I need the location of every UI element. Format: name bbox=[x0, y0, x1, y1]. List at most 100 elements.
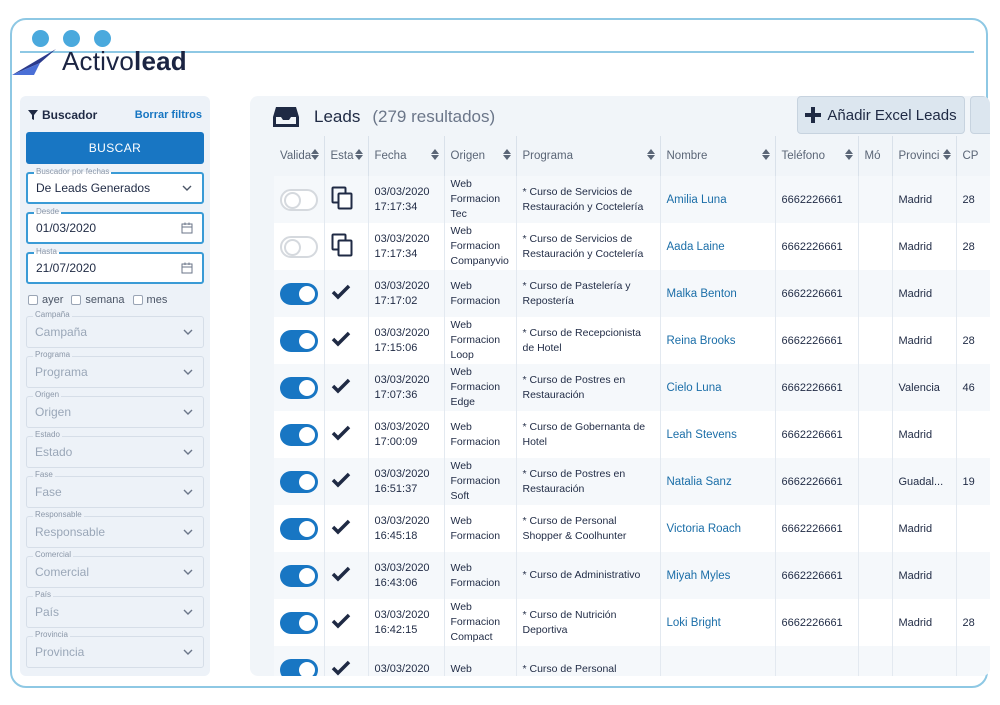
cell-name-link[interactable]: Reina Brooks bbox=[660, 317, 776, 364]
table-row[interactable]: 03/03/2020 16:42:15 Web Formacion Compact *… bbox=[274, 599, 990, 646]
filter-select-estado[interactable]: Estado Estado bbox=[26, 430, 204, 468]
cell-name-link[interactable]: Malka Benton bbox=[660, 270, 776, 317]
cell-phone: 6662226661 bbox=[775, 458, 859, 505]
table-row[interactable]: 03/03/2020 Web * Curso de Personal bbox=[274, 646, 990, 676]
calendar-icon[interactable] bbox=[180, 261, 194, 275]
sort-icon[interactable] bbox=[844, 149, 853, 160]
filter-select-origen[interactable]: Origen Origen bbox=[26, 390, 204, 428]
column-header[interactable]: Esta bbox=[324, 136, 369, 176]
sort-icon[interactable] bbox=[502, 149, 511, 160]
validation-toggle[interactable] bbox=[280, 329, 318, 352]
sort-icon[interactable] bbox=[354, 149, 363, 160]
cell-date: 03/03/2020 16:45:18 bbox=[368, 505, 445, 552]
column-header[interactable]: Fecha bbox=[368, 136, 445, 176]
check-icon bbox=[331, 378, 350, 394]
validation-toggle[interactable] bbox=[280, 235, 318, 258]
table-row[interactable]: 03/03/2020 16:45:18 Web Formacion * Curso d… bbox=[274, 505, 990, 552]
check-icon bbox=[331, 613, 350, 629]
add-excel-leads-button[interactable]: Añadir Excel Leads bbox=[797, 96, 965, 134]
date-filter-select[interactable]: Buscador por fechas De Leads Generados bbox=[26, 167, 204, 204]
cell-mobile bbox=[858, 599, 893, 646]
cell-name-link[interactable]: Amilia Luna bbox=[660, 176, 776, 223]
cell-phone: 6662226661 bbox=[775, 223, 859, 270]
cell-date: 03/03/2020 16:51:37 bbox=[368, 458, 445, 505]
column-header[interactable]: Programa bbox=[516, 136, 661, 176]
cell-name-link[interactable]: Victoria Roach bbox=[660, 505, 776, 552]
window-dot-2[interactable] bbox=[63, 30, 80, 47]
filter-select-fase[interactable]: Fase Fase bbox=[26, 470, 204, 508]
window-dot-3[interactable] bbox=[94, 30, 111, 47]
cell-name-link[interactable]: Natalia Sanz bbox=[660, 458, 776, 505]
column-header[interactable]: Teléfono bbox=[775, 136, 859, 176]
cell-mobile bbox=[858, 646, 893, 676]
sort-icon[interactable] bbox=[761, 149, 770, 160]
date-to-input[interactable]: Hasta 21/07/2020 bbox=[26, 247, 204, 284]
filter-select-provincia[interactable]: Provincia Provincia bbox=[26, 630, 204, 668]
cell-date: 03/03/2020 17:00:09 bbox=[368, 411, 445, 458]
filter-select-responsable[interactable]: Responsable Responsable bbox=[26, 510, 204, 548]
table-row[interactable]: 03/03/2020 17:15:06 Web Formacion Loop * Cu… bbox=[274, 317, 990, 364]
cell-name-link[interactable]: Aada Laine bbox=[660, 223, 776, 270]
table-row[interactable]: 03/03/2020 16:51:37 Web Formacion Soft * Cu… bbox=[274, 458, 990, 505]
quick-option-mes[interactable]: mes bbox=[132, 294, 167, 306]
cell-name-link[interactable]: Leah Stevens bbox=[660, 411, 776, 458]
cell-name-link[interactable] bbox=[660, 646, 776, 676]
sort-icon[interactable] bbox=[310, 149, 319, 160]
validation-toggle[interactable] bbox=[280, 423, 318, 446]
filter-select-comercial[interactable]: Comercial Comercial bbox=[26, 550, 204, 588]
cell-cp bbox=[956, 646, 990, 676]
cell-cp: 28 bbox=[956, 223, 990, 270]
table-row[interactable]: 03/03/2020 17:17:34 Web Formacion Companyv… bbox=[274, 223, 990, 270]
cell-name-link[interactable]: Miyah Myles bbox=[660, 552, 776, 599]
clear-filters-link[interactable]: Borrar filtros bbox=[135, 109, 202, 121]
column-header[interactable]: Mó bbox=[858, 136, 893, 176]
column-header[interactable]: Provinci bbox=[892, 136, 957, 176]
filter-select-pa-s[interactable]: País País bbox=[26, 590, 204, 628]
cell-program: * Curso de Recepcionista de Hotel bbox=[516, 317, 661, 364]
column-header[interactable]: Origen bbox=[444, 136, 517, 176]
validation-toggle[interactable] bbox=[280, 517, 318, 540]
check-icon bbox=[331, 284, 350, 300]
column-header[interactable]: Nombre bbox=[660, 136, 776, 176]
brand-logo: Activolead bbox=[10, 46, 187, 77]
search-sidebar: Buscador Borrar filtros BUSCAR Buscador … bbox=[20, 96, 210, 676]
chevron-down-icon bbox=[181, 405, 195, 419]
validation-toggle[interactable] bbox=[280, 188, 318, 211]
validation-toggle[interactable] bbox=[280, 282, 318, 305]
quick-option-semana[interactable]: semana bbox=[71, 294, 125, 306]
checkbox[interactable] bbox=[28, 295, 38, 305]
column-header[interactable]: Valida bbox=[274, 136, 325, 176]
validation-toggle[interactable] bbox=[280, 564, 318, 587]
filter-select-campa-a[interactable]: Campaña Campaña bbox=[26, 310, 204, 348]
calendar-icon[interactable] bbox=[180, 221, 194, 235]
validation-toggle[interactable] bbox=[280, 611, 318, 634]
window-dot-1[interactable] bbox=[32, 30, 49, 47]
table-row[interactable]: 03/03/2020 17:00:09 Web Formacion * Curso d… bbox=[274, 411, 990, 458]
more-actions-button[interactable] bbox=[970, 96, 990, 134]
cell-name-link[interactable]: Loki Bright bbox=[660, 599, 776, 646]
date-from-input[interactable]: Desde 01/03/2020 bbox=[26, 207, 204, 244]
checkbox[interactable] bbox=[71, 295, 82, 305]
sort-icon[interactable] bbox=[430, 149, 439, 160]
duplicate-icon[interactable] bbox=[331, 233, 353, 257]
cell-province: Madrid bbox=[892, 176, 957, 223]
validation-toggle[interactable] bbox=[280, 376, 318, 399]
filter-select-programa[interactable]: Programa Programa bbox=[26, 350, 204, 388]
cell-valid bbox=[274, 552, 325, 599]
validation-toggle[interactable] bbox=[280, 658, 318, 676]
search-button[interactable]: BUSCAR bbox=[26, 132, 204, 164]
table-row[interactable]: 03/03/2020 17:07:36 Web Formacion Edge * Cu… bbox=[274, 364, 990, 411]
sort-icon[interactable] bbox=[942, 149, 951, 160]
sort-icon[interactable] bbox=[646, 149, 655, 160]
validation-toggle[interactable] bbox=[280, 470, 318, 493]
cell-name-link[interactable]: Cielo Luna bbox=[660, 364, 776, 411]
quick-option-ayer[interactable]: ayer bbox=[28, 294, 63, 306]
column-header[interactable]: CP bbox=[956, 136, 990, 176]
duplicate-icon[interactable] bbox=[331, 186, 353, 210]
checkbox[interactable] bbox=[132, 295, 143, 305]
table-row[interactable]: 03/03/2020 16:43:06 Web Formacion * Curso d… bbox=[274, 552, 990, 599]
cell-program: * Curso de Personal bbox=[516, 646, 661, 676]
page-title: Leads bbox=[314, 107, 361, 126]
table-row[interactable]: 03/03/2020 17:17:02 Web Formacion * Curso d… bbox=[274, 270, 990, 317]
table-row[interactable]: 03/03/2020 17:17:34 Web Formacion Tec * Cur… bbox=[274, 176, 990, 223]
